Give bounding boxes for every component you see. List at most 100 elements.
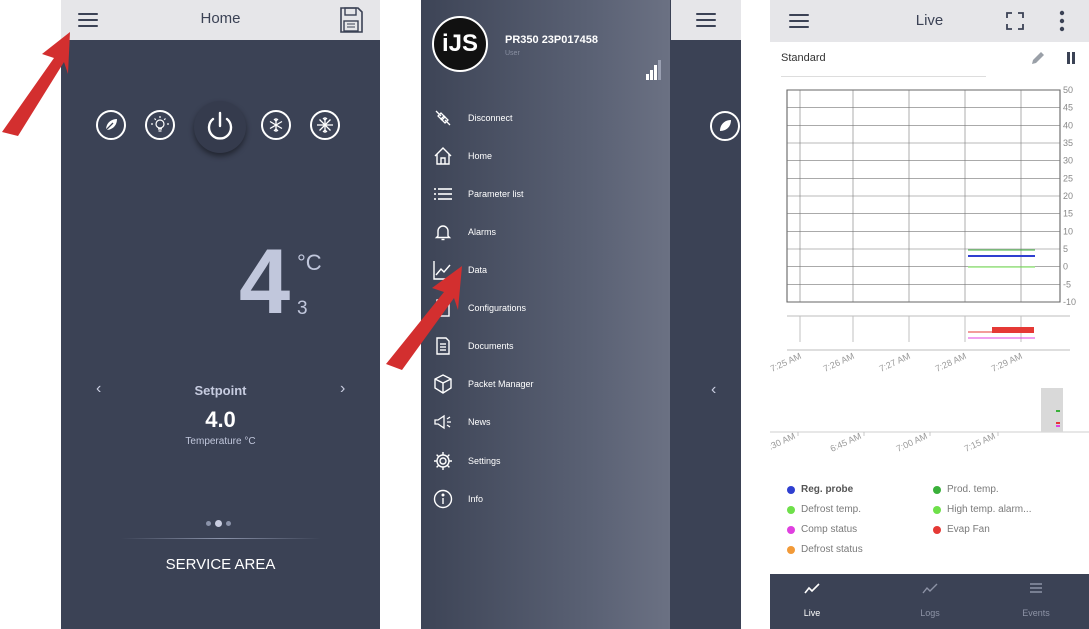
- chart-icon: [804, 583, 820, 594]
- menu-item-packet-manager[interactable]: Packet Manager: [421, 372, 670, 396]
- page-dot-active: [215, 520, 222, 527]
- live-screen: Live Standard 50 45 40 35 30 25 20 15 10 5 0 -5 -10 …: [770, 0, 1089, 629]
- page-title: Home: [200, 10, 241, 27]
- page-title: Live: [915, 12, 944, 29]
- legend-swatch: [933, 485, 941, 494]
- legend-swatch: [933, 525, 941, 534]
- pause-icon[interactable]: [1066, 52, 1076, 64]
- setpoint-label: Setpoint: [194, 383, 247, 398]
- divider: [781, 76, 986, 77]
- navigator-mark: [1056, 422, 1060, 424]
- legend-label: High temp. alarm...: [947, 504, 1032, 515]
- y-tick-label: 50: [1063, 85, 1073, 95]
- save-icon[interactable]: [339, 7, 363, 33]
- legend-label: Reg. probe: [801, 484, 854, 495]
- legend-item[interactable]: Prod. temp.: [933, 484, 999, 495]
- menu-item-news[interactable]: News: [421, 410, 670, 434]
- home-icon: [433, 146, 453, 166]
- gear-icon: [433, 451, 453, 471]
- menu-screen: ‹ iJS PR350 23P017458 User Disconnect Ho…: [421, 0, 741, 629]
- legend-label: Comp status: [801, 524, 858, 535]
- y-tick-label: 40: [1063, 120, 1073, 130]
- temperature-value: 4: [239, 231, 291, 333]
- home-screen: Home 4 °C 3 ‹ › Setpoint 4.0 Temperature…: [61, 0, 380, 629]
- series-evap-fan: [992, 327, 1034, 333]
- live-chart[interactable]: 50454035302520151050-5-10 7:25 AM 7:26 AM…: [770, 80, 1089, 380]
- legend-label: Defrost temp.: [801, 504, 862, 515]
- navigator-mark: [1056, 410, 1060, 412]
- y-tick-label: 35: [1063, 138, 1073, 148]
- menu-item-alarms[interactable]: Alarms: [421, 220, 670, 244]
- y-tick-label: -5: [1063, 279, 1071, 289]
- annotation-arrow: [386, 266, 462, 370]
- hamburger-menu-icon[interactable]: [696, 13, 716, 27]
- power-icon: [207, 111, 233, 140]
- temperature-unit: °C: [297, 250, 322, 275]
- legend-label: Defrost status: [801, 544, 863, 555]
- eco-leaf-icon[interactable]: [710, 111, 740, 141]
- package-icon: [433, 374, 453, 394]
- fullscreen-icon[interactable]: [1006, 12, 1024, 30]
- y-tick-label: 25: [1063, 173, 1073, 183]
- menu-item-disconnect[interactable]: Disconnect: [421, 106, 670, 130]
- brand-logo: iJS: [432, 16, 488, 72]
- edit-icon[interactable]: [1030, 50, 1046, 66]
- legend-item[interactable]: Evap Fan: [933, 524, 990, 535]
- chevron-left-icon[interactable]: ‹: [711, 381, 716, 399]
- tab-live[interactable]: Live: [782, 582, 842, 618]
- menu-item-info[interactable]: Info: [421, 487, 670, 511]
- tab-events[interactable]: Events: [1006, 582, 1066, 618]
- y-tick-label: 10: [1063, 226, 1073, 236]
- megaphone-icon: [433, 412, 453, 432]
- profile-select[interactable]: Standard: [781, 52, 826, 64]
- snowflake-icon[interactable]: [310, 110, 340, 140]
- device-name: PR350 23P017458: [505, 34, 598, 46]
- disconnect-icon: [433, 108, 453, 128]
- legend-item[interactable]: Defrost status: [787, 544, 863, 555]
- background-top-bar: [671, 0, 741, 40]
- y-tick-label: -10: [1063, 297, 1076, 307]
- nav-tick-label: 7:15 AM: [963, 431, 997, 454]
- x-tick-label: 7:26 AM: [822, 351, 856, 374]
- legend-swatch: [787, 505, 795, 514]
- x-tick-label: 7:27 AM: [878, 351, 912, 374]
- y-tick-label: 0: [1063, 262, 1068, 272]
- light-icon[interactable]: [145, 110, 175, 140]
- setpoint-value[interactable]: 4.0: [61, 407, 380, 433]
- power-button[interactable]: [194, 101, 246, 153]
- y-tick-label: 15: [1063, 209, 1073, 219]
- legend-label: Prod. temp.: [947, 484, 999, 495]
- nav-tick-label: 6:45 AM: [829, 431, 863, 454]
- tab-logs[interactable]: Logs: [900, 582, 960, 618]
- y-tick-label: 5: [1063, 244, 1068, 254]
- page-dot: [206, 521, 211, 526]
- legend-item[interactable]: Comp status: [787, 524, 857, 535]
- menu-item-home[interactable]: Home: [421, 144, 670, 168]
- legend-item[interactable]: Reg. probe: [787, 484, 853, 495]
- divider: [121, 538, 321, 539]
- page-indicator: [206, 520, 231, 527]
- user-role: User: [505, 50, 520, 57]
- legend-swatch: [787, 545, 795, 554]
- chart-icon: [922, 583, 938, 594]
- list-icon: [433, 184, 453, 204]
- x-tick-label: 7:29 AM: [990, 351, 1024, 374]
- eco-leaf-icon[interactable]: [96, 110, 126, 140]
- x-tick-label: 7:28 AM: [934, 351, 968, 374]
- menu-item-parameter-list[interactable]: Parameter list: [421, 182, 670, 206]
- navigator-mark: [1056, 425, 1060, 427]
- legend-item[interactable]: Defrost temp.: [787, 504, 861, 515]
- service-area-button[interactable]: SERVICE AREA: [61, 556, 380, 573]
- info-icon: [433, 489, 453, 509]
- bell-icon: [433, 222, 453, 242]
- temperature-decimal: 3: [297, 298, 308, 319]
- defrost-icon[interactable]: [261, 110, 291, 140]
- home-top-bar: Home: [61, 0, 380, 40]
- menu-item-settings[interactable]: Settings: [421, 449, 670, 473]
- setpoint-unit: Temperature °C: [185, 436, 256, 447]
- legend-item[interactable]: High temp. alarm...: [933, 504, 1031, 515]
- y-tick-label: 20: [1063, 191, 1073, 201]
- more-vertical-icon[interactable]: [1059, 10, 1065, 32]
- legend-label: Evap Fan: [947, 524, 990, 535]
- time-navigator[interactable]: 6:30 AM 6:45 AM 7:00 AM 7:15 AM: [770, 380, 1089, 470]
